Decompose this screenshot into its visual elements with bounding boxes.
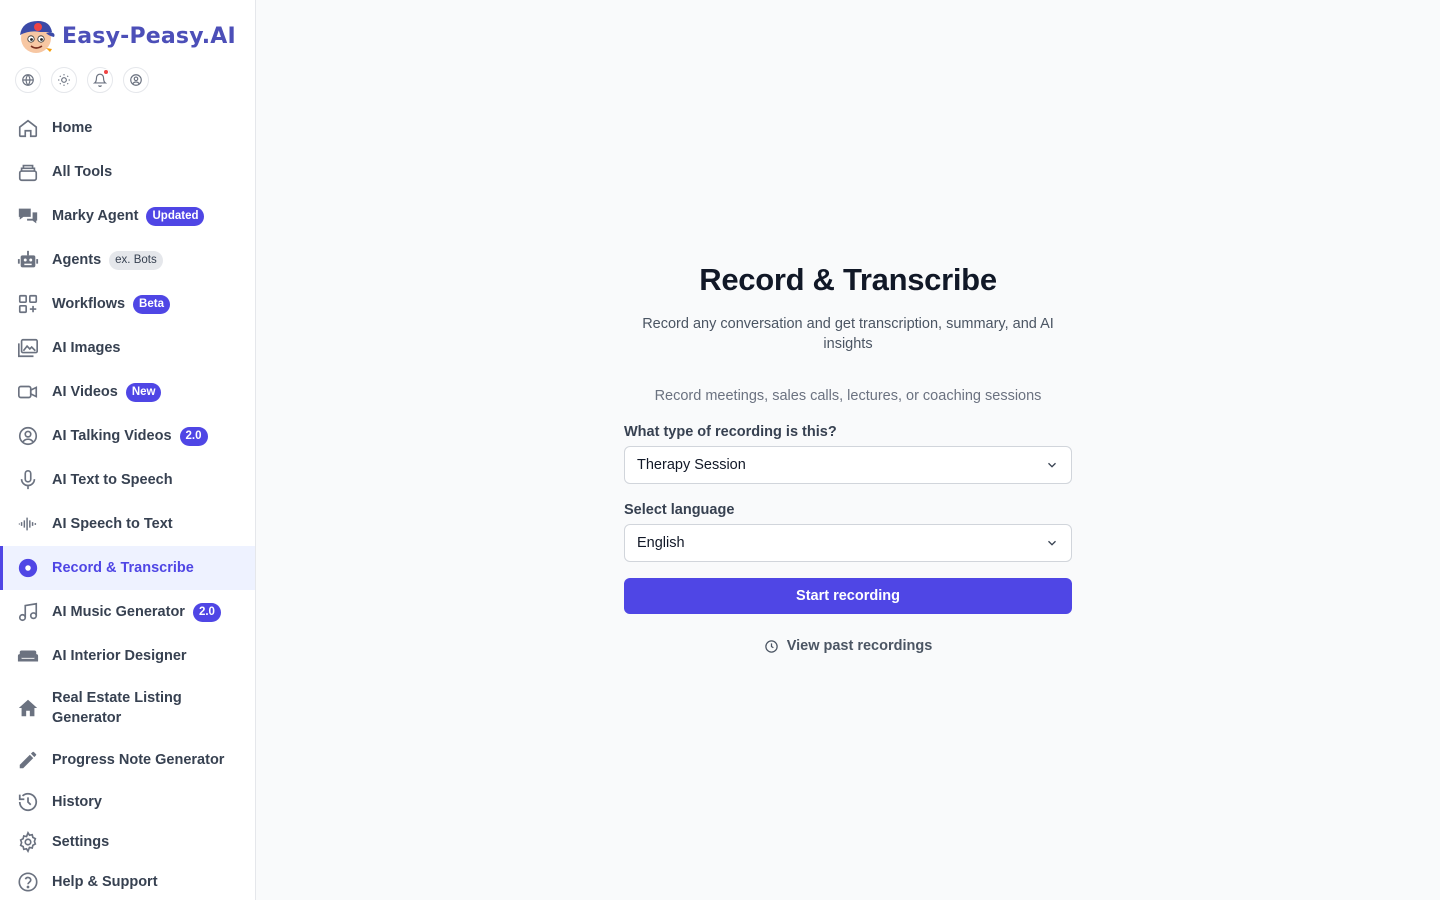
page-title: Record & Transcribe	[699, 262, 997, 297]
sidebar-item-ai-text-to-speech[interactable]: AI Text to Speech	[0, 458, 255, 502]
sidebar-item-ai-interior-designer[interactable]: AI Interior Designer	[0, 634, 255, 678]
start-recording-button[interactable]: Start recording	[624, 578, 1072, 614]
language-label: Select language	[624, 502, 735, 518]
language-value: English	[637, 535, 685, 551]
sidebar-item-label: AI Images	[52, 340, 121, 356]
sidebar-item-label: AI Videos	[52, 384, 118, 400]
sidebar-item-label: Progress Note Generator	[52, 752, 225, 768]
gear-icon	[19, 831, 37, 853]
sidebar-item-settings[interactable]: Settings	[0, 822, 255, 862]
view-past-recordings-link[interactable]: View past recordings	[624, 638, 1072, 654]
music-note-icon	[18, 602, 38, 622]
globe-icon	[22, 74, 34, 86]
brand-logo-icon	[20, 21, 55, 53]
sidebar-item-record-transcribe[interactable]: Record & Transcribe	[0, 546, 255, 590]
sidebar-item-label: AI Talking Videos	[52, 428, 172, 444]
sidebar-item-label: AI Music Generator	[52, 604, 185, 620]
sidebar-item-ai-speech-to-text[interactable]: AI Speech to Text	[0, 502, 255, 546]
sidebar-item-ai-music-generator[interactable]: AI Music Generator 2.0	[0, 590, 255, 634]
notification-dot	[103, 69, 109, 75]
chevron-down-icon	[1048, 540, 1056, 546]
house-icon	[18, 699, 38, 717]
brand[interactable]: Easy-Peasy.AI	[16, 18, 236, 54]
sidebar-item-label: Settings	[52, 834, 110, 850]
waveform-icon	[18, 517, 37, 531]
version-badge: 2.0	[192, 602, 221, 622]
sidebar-item-real-estate-listing-generator[interactable]: Real Estate Listing Generator	[0, 678, 255, 738]
video-camera-icon	[18, 385, 38, 399]
sidebar-item-ai-talking-videos[interactable]: AI Talking Videos 2.0	[0, 414, 255, 458]
updated-badge: Updated	[146, 206, 205, 226]
quick-icons	[15, 67, 149, 93]
record-dot-icon	[18, 558, 38, 578]
usage-hint: Record meetings, sales calls, lectures, …	[654, 388, 1042, 404]
recording-type-select[interactable]: Therapy Session	[624, 446, 1072, 484]
bell-icon	[93, 73, 107, 87]
images-icon	[18, 338, 38, 358]
sidebar-item-label: Workflows	[52, 296, 126, 312]
user-circle-icon	[130, 74, 142, 86]
sidebar-item-label: Home	[52, 120, 93, 136]
beta-badge: Beta	[133, 294, 170, 314]
recording-type-value: Therapy Session	[637, 457, 746, 473]
robot-icon	[17, 250, 39, 268]
recording-type-label: What type of recording is this?	[624, 424, 837, 440]
page-subtitle: Record any conversation and get transcri…	[642, 316, 1054, 352]
sidebar-item-ai-videos[interactable]: AI Videos New	[0, 370, 255, 414]
squares-plus-icon	[18, 294, 38, 314]
theme-toggle-button[interactable]	[51, 67, 77, 93]
sidebar-nav: Home All Tools Marky Agent Updated Agent…	[0, 106, 255, 900]
sidebar-item-label: Marky Agent	[52, 208, 139, 224]
notifications-button[interactable]	[87, 67, 113, 93]
sofa-icon	[17, 650, 39, 662]
sidebar-item-label: All Tools	[52, 164, 113, 180]
question-circle-icon	[18, 872, 38, 892]
user-circle-icon	[18, 426, 38, 446]
sidebar-item-label: Record & Transcribe	[52, 560, 194, 576]
microphone-icon	[20, 470, 36, 490]
sidebar-item-ai-images[interactable]: AI Images	[0, 326, 255, 370]
sidebar-item-label: AI Interior Designer	[52, 648, 187, 664]
version-badge: 2.0	[179, 426, 208, 446]
sidebar-item-workflows[interactable]: Workflows Beta	[0, 282, 255, 326]
sidebar: Easy-Peasy.AI Home All Tools Marky Agent	[0, 0, 256, 900]
sidebar-item-label: AI Text to Speech	[52, 472, 173, 488]
sidebar-item-label: AI Speech to Text	[52, 516, 173, 532]
sidebar-item-home[interactable]: Home	[0, 106, 255, 150]
sidebar-item-label: Real Estate Listing Generator	[52, 690, 182, 726]
sidebar-item-help-support[interactable]: Help & Support	[0, 862, 255, 900]
brand-name: Easy-Peasy.AI	[62, 23, 236, 49]
ex-bots-badge: ex. Bots	[109, 250, 163, 270]
sidebar-item-marky-agent[interactable]: Marky Agent Updated	[0, 194, 255, 238]
stack-icon	[18, 164, 38, 182]
chevron-down-icon	[1048, 462, 1056, 468]
history-icon	[18, 792, 38, 812]
sidebar-item-history[interactable]: History	[0, 782, 255, 822]
sidebar-item-all-tools[interactable]: All Tools	[0, 150, 255, 194]
language-button[interactable]	[15, 67, 41, 93]
sidebar-item-label: Help & Support	[52, 874, 158, 890]
sidebar-item-progress-note-generator[interactable]: Progress Note Generator	[0, 738, 255, 782]
new-badge: New	[125, 382, 162, 402]
sidebar-item-label: Agents	[52, 252, 102, 268]
sidebar-item-label: History	[52, 794, 102, 810]
profile-button[interactable]	[123, 67, 149, 93]
home-icon	[18, 119, 38, 138]
main-content: Record & Transcribe Record any conversat…	[256, 0, 1440, 900]
chat-bubbles-icon	[18, 208, 38, 224]
sidebar-item-agents[interactable]: Agents ex. Bots	[0, 238, 255, 282]
pencil-icon	[19, 751, 37, 769]
clock-icon	[764, 639, 778, 653]
record-panel: Record & Transcribe Record any conversat…	[624, 260, 1072, 654]
language-select[interactable]: English	[624, 524, 1072, 562]
past-recordings-label: View past recordings	[786, 638, 933, 654]
sun-icon	[58, 74, 70, 86]
